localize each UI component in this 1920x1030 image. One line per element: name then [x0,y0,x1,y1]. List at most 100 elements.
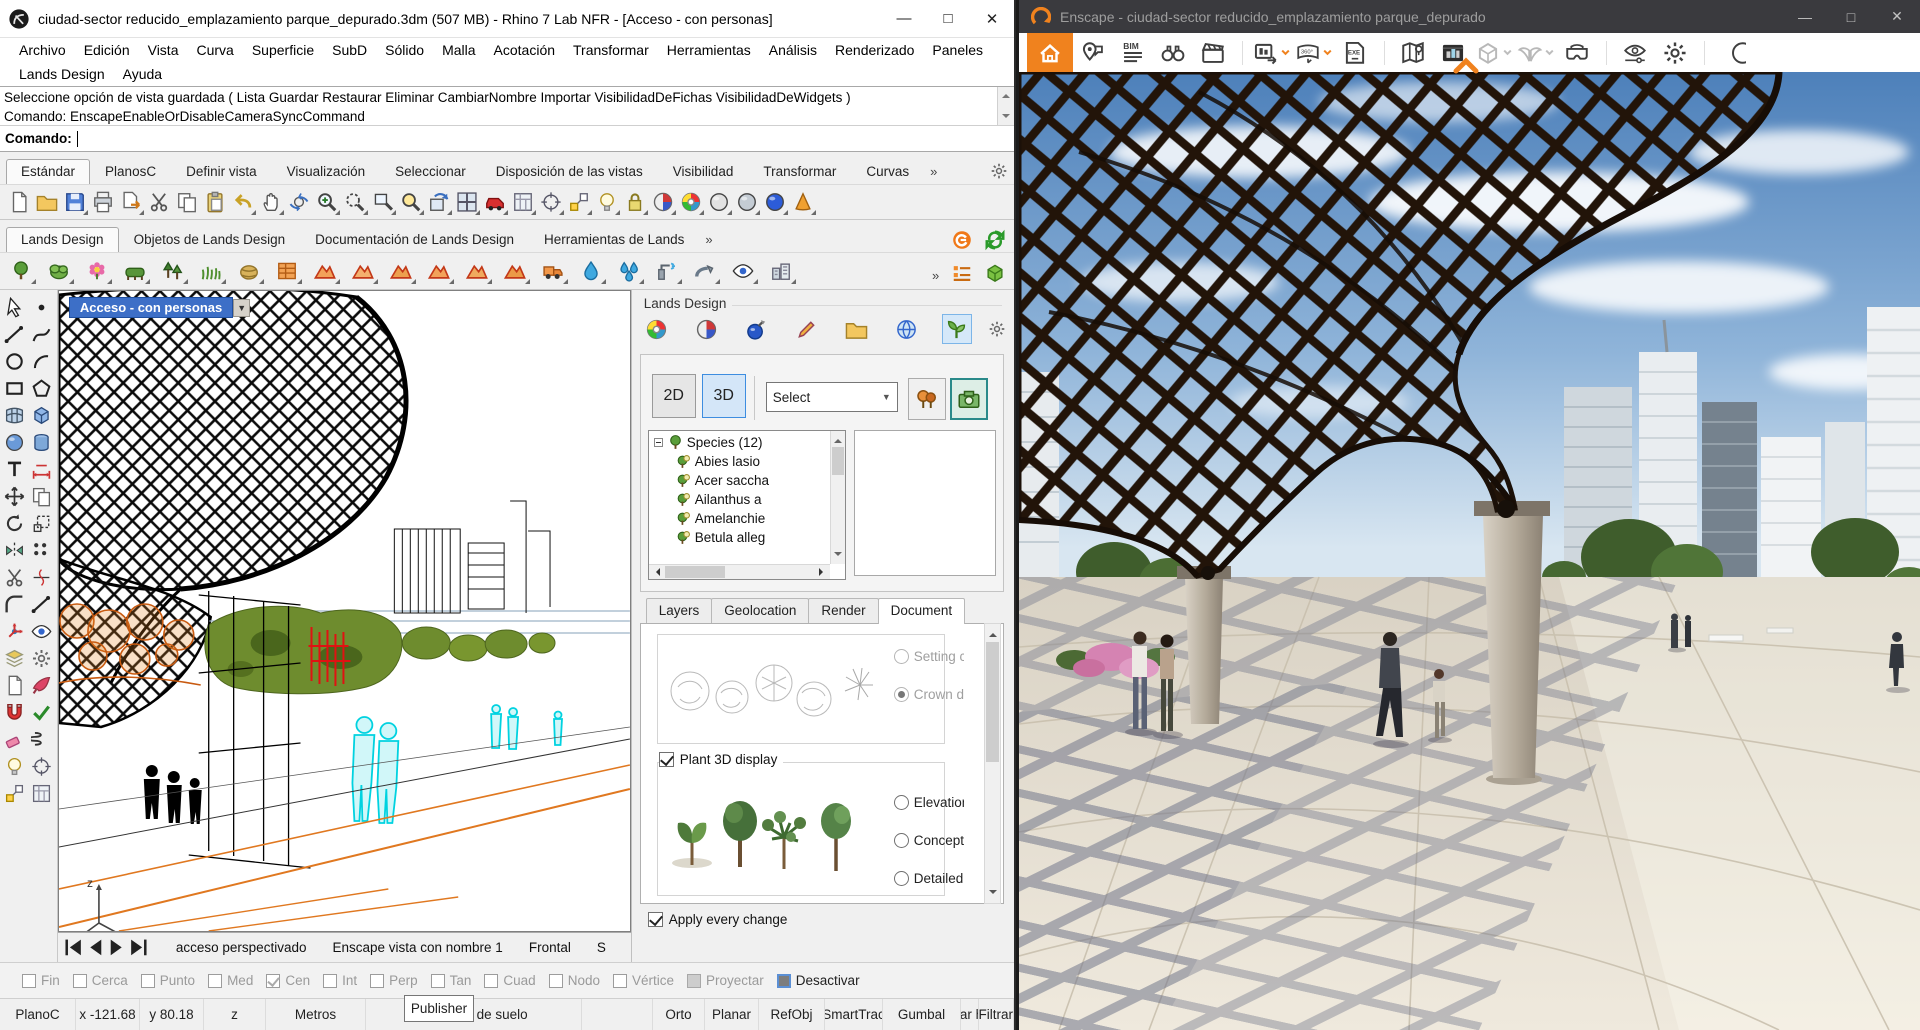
terrain-path-button[interactable] [424,258,454,284]
minimize-button[interactable]: — [882,1,926,37]
target-button[interactable] [29,753,55,779]
menu-item[interactable]: Sólido [376,42,433,58]
rotate-button[interactable] [2,510,28,536]
terrain-cut-button[interactable] [386,258,416,284]
menu-item[interactable]: Renderizado [826,42,923,58]
chevron-down-icon[interactable] [1544,47,1555,58]
species-list[interactable]: Species (12) Abies lasio Acer saccha [648,430,846,580]
home-button[interactable] [1027,33,1073,72]
osnap-widget-button[interactable] [538,189,564,215]
species-vertical-scrollbar[interactable] [830,431,845,564]
viewport-layout-button[interactable] [454,189,480,215]
cplane-button[interactable] [510,189,536,215]
close-button[interactable]: ✕ [1874,0,1920,33]
display-ghosted-button[interactable] [734,189,760,215]
lands-tab[interactable]: Lands Design [6,227,119,252]
forest-button[interactable] [158,258,188,284]
standalone-exe-button[interactable]: EXE [1335,33,1375,72]
scroll-up-icon[interactable] [834,435,842,443]
scroll-up-icon[interactable] [1002,90,1010,98]
print-button[interactable] [90,189,116,215]
lands-enscape-sync-button[interactable] [948,226,976,254]
visibility-button[interactable] [29,618,55,644]
helix-button[interactable] [29,726,55,752]
undo-button[interactable] [230,189,256,215]
first-view-button[interactable] [62,938,84,958]
cut-button[interactable] [146,189,172,215]
lawn-button[interactable] [196,258,226,284]
species-select-dropdown[interactable]: Select ▼ [766,382,898,412]
copy-object-button[interactable] [29,483,55,509]
zoom-lens-button[interactable] [398,189,424,215]
check-button[interactable] [29,699,55,725]
enscape-render-view[interactable] [1019,72,1920,1030]
export-button[interactable] [118,189,144,215]
maximize-button[interactable]: □ [926,1,970,37]
bim-info-button[interactable]: BIM [1113,33,1153,72]
save-button[interactable] [62,189,88,215]
text-button[interactable] [2,456,28,482]
chevron-down-icon[interactable] [1322,47,1333,58]
status-cell[interactable]: Planar [705,999,759,1030]
polygon-button[interactable] [29,375,55,401]
toolbar-tab[interactable]: Curvas [851,159,924,184]
viewport[interactable]: z x y Acceso - con personas ▼ [58,290,631,932]
open-file-button[interactable] [34,189,60,215]
toolbar-tab[interactable]: Transformar [748,159,851,184]
collapse-icon[interactable] [654,438,663,447]
toolbar-tab[interactable]: Visualización [272,159,381,184]
flower-button[interactable] [82,258,112,284]
panorama-360-button[interactable]: 360° [1293,33,1335,72]
urban-furniture-button[interactable] [766,258,796,284]
command-input[interactable]: Comando: [0,126,1014,152]
status-cell[interactable]: SmartTrac [825,999,883,1030]
species-item[interactable]: Ailanthus a [649,490,830,509]
radio-concept[interactable]: Concept [894,833,964,848]
viewport-title-menu-icon[interactable]: ▼ [233,299,250,317]
menu-item[interactable]: Transformar [564,42,658,58]
osnap-toggle[interactable]: Perp [370,973,418,988]
mode-3d-button[interactable]: 3D [702,374,746,418]
circle-button[interactable] [2,348,28,374]
view-tab[interactable]: acceso perspectivado [176,940,307,955]
bulb-button[interactable] [2,753,28,779]
osnap-toggle[interactable]: Tan [431,973,472,988]
lands-layer-list-button[interactable] [948,259,976,287]
menu-item[interactable]: SubD [323,42,376,58]
status-cell[interactable]: z [204,999,266,1030]
osnap-toggle[interactable]: Cerca [73,973,128,988]
radio-setting[interactable]: Setting c [894,649,964,664]
osnap-toggle[interactable]: Int [323,973,357,988]
polyline-button[interactable] [2,321,28,347]
terrain-table-button[interactable] [272,258,302,284]
terrain-button[interactable] [310,258,340,284]
scale-button[interactable] [29,510,55,536]
lock-button[interactable] [622,189,648,215]
rectangle-button[interactable] [2,375,28,401]
paint-button[interactable] [29,672,55,698]
display-pie-button[interactable] [650,189,676,215]
scroll-left-icon[interactable] [652,568,660,576]
last-view-button[interactable] [128,938,150,958]
layers-button[interactable] [2,645,28,671]
toolbar-gear-icon[interactable] [990,162,1008,180]
gumball-widget-button[interactable] [566,189,592,215]
osnap-toggle[interactable]: Nodo [549,973,600,988]
point-button[interactable] [29,294,55,320]
toolbar-tab[interactable]: Visibilidad [658,159,749,184]
lands-tab[interactable]: Objetos de Lands Design [119,227,301,252]
species-item[interactable]: Abies lasio [649,452,830,471]
zoom-dynamic-button[interactable] [314,189,340,215]
video-editor-button[interactable] [1193,33,1233,72]
notes-button[interactable] [2,672,28,698]
mode-2d-button[interactable]: 2D [652,374,696,418]
feedback-button[interactable] [1073,33,1113,72]
status-cell[interactable]: Metros [266,999,366,1030]
surface-button[interactable] [2,402,28,428]
osnap-toggle[interactable]: Vértice [613,973,674,988]
panel-tab[interactable]: Render [808,598,878,624]
display-wireframe-button[interactable] [706,189,732,215]
scroll-down-icon[interactable] [834,552,842,560]
chevron-down-icon[interactable] [1280,47,1291,58]
menu-item[interactable]: Archivo [10,42,75,58]
